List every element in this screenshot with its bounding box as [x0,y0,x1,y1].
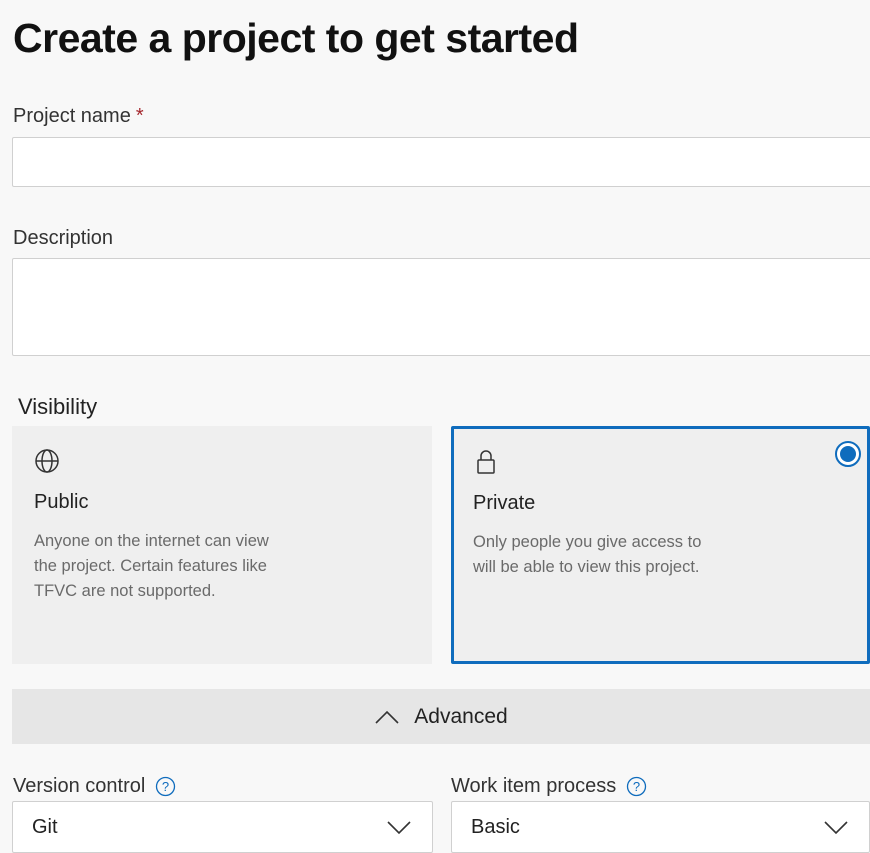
project-name-input[interactable] [12,137,870,187]
help-icon[interactable]: ? [626,776,647,797]
svg-text:?: ? [162,779,169,794]
create-project-page: Create a project to get started Project … [0,0,870,853]
advanced-label: Advanced [414,704,508,728]
selected-radio-indicator[interactable] [835,441,861,467]
work-item-process-label: Work item process ? [451,774,647,798]
svg-text:?: ? [633,779,640,794]
description-label: Description [13,227,114,249]
visibility-option-public[interactable]: Public Anyone on the internet can view t… [12,426,432,664]
chevron-down-icon [387,821,411,835]
visibility-option-description: Only people you give access to will be a… [473,533,702,576]
work-item-process-label-text: Work item process [451,775,617,797]
visibility-option-title: Public [34,491,89,513]
version-control-value: Git [32,816,58,838]
help-icon[interactable]: ? [155,776,176,797]
lock-icon [477,450,495,474]
chevron-up-icon [375,710,399,724]
work-item-process-value: Basic [471,816,520,838]
globe-icon [35,449,59,473]
visibility-option-title: Private [473,492,536,514]
visibility-option-private[interactable]: Private Only people you give access to w… [451,426,870,664]
required-marker: * [135,105,144,127]
version-control-select[interactable]: Git [12,801,433,853]
work-item-process-select[interactable]: Basic [451,801,870,853]
project-name-label: Project name * [13,104,144,128]
visibility-label: Visibility [18,394,98,419]
project-name-label-text: Project name [13,105,131,127]
version-control-label-text: Version control [13,775,146,797]
advanced-toggle-button[interactable]: Advanced [12,689,870,744]
description-textarea[interactable] [12,258,870,356]
visibility-option-description: Anyone on the internet can view the proj… [34,532,269,600]
chevron-down-icon [824,821,848,835]
version-control-label: Version control ? [13,774,176,798]
page-title: Create a project to get started [13,15,579,61]
